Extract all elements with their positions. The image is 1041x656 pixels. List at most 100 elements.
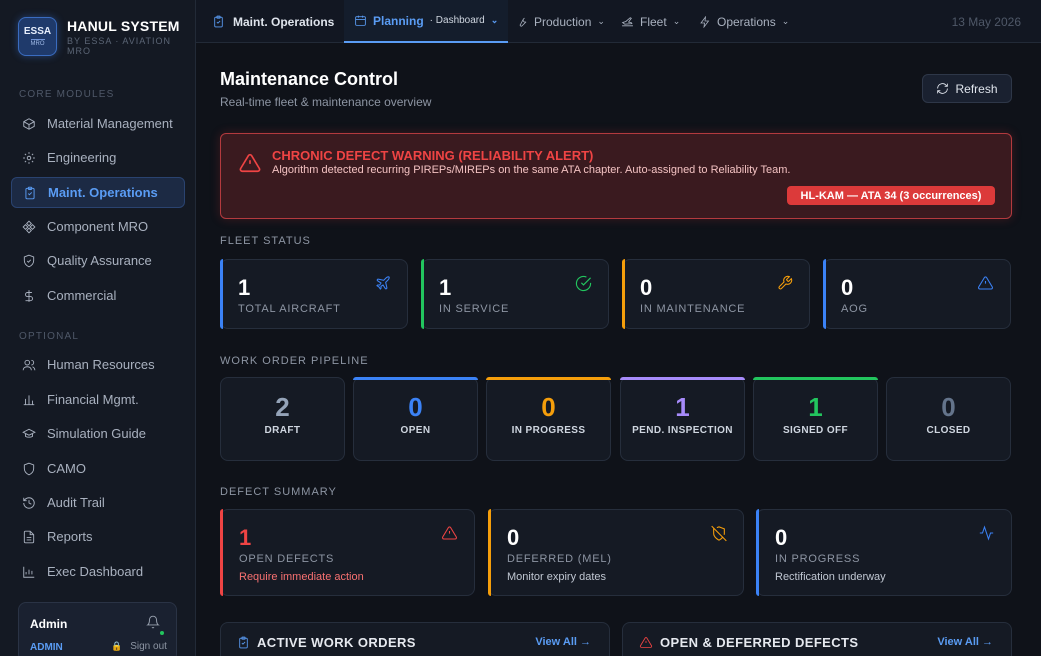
section-label-optional: OPTIONAL (19, 331, 80, 342)
accent-bar (220, 377, 345, 380)
defect-card-open[interactable]: 1 OPEN DEFECTS Require immediate action (220, 509, 475, 596)
sidebar-item-material-management[interactable]: Material Management (11, 108, 185, 139)
sidebar-item-audit-trail[interactable]: Audit Trail (11, 487, 185, 518)
refresh-button[interactable]: Refresh (922, 74, 1012, 103)
defect-card-deferred[interactable]: 0 DEFERRED (MEL) Monitor expiry dates (488, 509, 744, 596)
section-label-pipeline: WORK ORDER PIPELINE (220, 355, 369, 367)
bell-icon[interactable] (146, 615, 160, 629)
tab-label: Planning (373, 13, 424, 28)
sidebar-item-maint-operations[interactable]: Maint. Operations (11, 177, 185, 208)
stat-value: 1 (238, 275, 251, 300)
refresh-icon (936, 82, 955, 95)
calendar-icon (354, 14, 367, 27)
warning-icon (639, 636, 660, 649)
defect-count: 0 (775, 525, 788, 550)
chevron-down-icon: ⌄ (490, 15, 499, 25)
user-card: Admin ADMIN 🔒 Sign out (18, 602, 177, 656)
tab-fleet[interactable]: Fleet ⌄ (621, 0, 680, 43)
sidebar-item-engineering[interactable]: Engineering (11, 142, 185, 173)
box-icon (22, 117, 36, 131)
stat-value: 0 (640, 275, 653, 300)
history-icon (22, 496, 36, 510)
sidebar-item-component-mro[interactable]: Component MRO (11, 211, 185, 242)
pipeline-stage-draft[interactable]: 2 DRAFT (220, 377, 345, 461)
sidebar-item-financial-mgmt[interactable]: Financial Mgmt. (11, 384, 185, 415)
tab-planning[interactable]: Planning · Dashboard ⌄ (344, 0, 509, 43)
stat-card-in-service[interactable]: 1 IN SERVICE (421, 259, 609, 329)
view-all-work-orders-link[interactable]: View All → (535, 636, 591, 648)
stat-card-aog[interactable]: 0 AOG (823, 259, 1011, 329)
refresh-label: Refresh (955, 81, 998, 96)
pipeline-stage-closed[interactable]: 0 CLOSED (886, 377, 1011, 461)
notification-dot (160, 631, 164, 635)
chart-icon (22, 565, 36, 579)
sidebar-item-simulation-guide[interactable]: Simulation Guide (11, 418, 185, 449)
defect-sublabel: Monitor expiry dates (507, 571, 607, 583)
sidebar-item-human-resources[interactable]: Human Resources (11, 349, 185, 380)
sidebar-item-label: CAMO (47, 461, 86, 476)
tab-production[interactable]: Production ⌄ (516, 0, 605, 43)
shield-icon (22, 254, 36, 268)
accent-bar (756, 509, 759, 596)
sidebar-item-exec-dashboard[interactable]: Exec Dashboard (11, 556, 185, 587)
tab-label: Fleet (640, 14, 667, 29)
sidebar-item-label: Human Resources (47, 357, 155, 372)
pipeline-stage-signed-off[interactable]: 1 SIGNED OFF (753, 377, 878, 461)
brand[interactable]: ESSA MRO HANUL SYSTEM BY ESSA · AVIATION… (18, 17, 180, 56)
alert-title: CHRONIC DEFECT WARNING (RELIABILITY ALER… (272, 148, 594, 163)
warning-icon (238, 152, 262, 179)
accent-bar (353, 377, 478, 380)
sidebar-item-label: Engineering (47, 150, 117, 165)
open-deferred-defects-panel: OPEN & DEFERRED DEFECTS View All → (622, 622, 1012, 656)
lightning-icon (699, 15, 711, 28)
sign-out-button[interactable]: 🔒 Sign out (111, 641, 167, 652)
stat-card-in-maintenance[interactable]: 0 IN MAINTENANCE (622, 259, 810, 329)
tab-label: Production (534, 14, 592, 29)
sidebar-item-quality-assurance[interactable]: Quality Assurance (11, 245, 185, 276)
stage-count: 0 (408, 392, 423, 422)
stage-label: SIGNED OFF (782, 425, 849, 436)
warning-icon (441, 525, 458, 546)
app-title: HANUL SYSTEM (67, 18, 180, 34)
stage-count: 0 (541, 392, 556, 422)
tab-operations[interactable]: Operations ⌄ (699, 0, 789, 43)
defect-sublabel: Rectification underway (775, 571, 886, 583)
stage-count: 2 (275, 392, 290, 422)
accent-bar (886, 377, 1011, 380)
view-all-defects-link[interactable]: View All → (937, 636, 993, 648)
wrench-icon (516, 16, 528, 28)
pipeline-stage-pending-inspection[interactable]: 1 PEND. INSPECTION (620, 377, 745, 461)
sidebar-item-label: Material Management (47, 116, 173, 131)
accent-bar (220, 509, 223, 596)
topbar-section-title[interactable]: Maint. Operations (212, 0, 334, 43)
stat-label: AOG (841, 303, 868, 315)
graduation-cap-icon (22, 427, 36, 441)
section-label-fleet-status: FLEET STATUS (220, 235, 311, 247)
sidebar-item-camo[interactable]: CAMO (11, 453, 185, 484)
logo: ESSA MRO (18, 17, 57, 56)
alert-aircraft-badge[interactable]: HL-KAM — ATA 34 (3 occurrences) (787, 186, 995, 205)
stage-label: PEND. INSPECTION (632, 425, 733, 436)
defect-sublabel: Require immediate action (239, 571, 364, 583)
logo-text: ESSA (23, 25, 52, 37)
dollar-icon (22, 289, 36, 303)
sign-out-label: Sign out (130, 641, 167, 652)
topbar-section-label: Maint. Operations (233, 14, 335, 29)
top-bar: Maint. Operations Planning · Dashboard ⌄… (196, 0, 1041, 43)
sidebar-item-reports[interactable]: Reports (11, 521, 185, 552)
gear-icon (22, 151, 36, 165)
page-title: Maintenance Control (220, 69, 399, 89)
pipeline-stage-in-progress[interactable]: 0 IN PROGRESS (486, 377, 611, 461)
stat-label: IN MAINTENANCE (640, 303, 746, 315)
clipboard-icon (23, 186, 37, 200)
sidebar-item-commercial[interactable]: Commercial (11, 280, 185, 311)
accent-bar (823, 259, 826, 329)
defect-card-in-progress[interactable]: 0 IN PROGRESS Rectification underway (756, 509, 1012, 596)
sidebar-item-label: Quality Assurance (47, 253, 152, 268)
accent-bar (220, 259, 223, 329)
sidebar-item-label: Reports (47, 529, 93, 544)
check-circle-icon (575, 275, 592, 297)
pipeline-stage-open[interactable]: 0 OPEN (353, 377, 478, 461)
warning-icon (977, 275, 994, 296)
stat-card-total-aircraft[interactable]: 1 TOTAL AIRCRAFT (220, 259, 408, 329)
